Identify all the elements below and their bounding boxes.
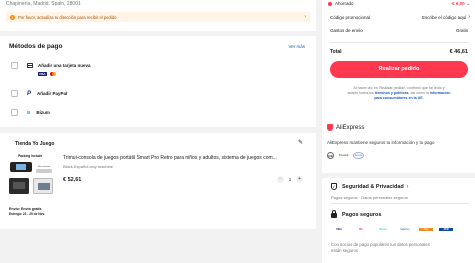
legal-text-a: acepto todos los (347, 91, 375, 95)
shipping-cost-value: Gratis (455, 28, 468, 33)
legal-text-b: , así como la (408, 91, 430, 95)
payment-option-bizum[interactable]: ʙ Bizum (11, 109, 50, 116)
payment-option-card[interactable]: Añadir una tarjeta nueva (11, 62, 91, 69)
product-variant[interactable]: Black.Español.only machine (63, 164, 113, 169)
payment-option-checkbox[interactable] (11, 109, 18, 116)
security-title: Seguridad & Privacidad (342, 183, 404, 190)
security-header[interactable]: ✓ Seguridad & Privacidad › (331, 183, 408, 190)
chevron-right-icon: › (304, 14, 306, 20)
payment-method-logos: VISA MC Bizum SafeKey Pay JCB (331, 228, 453, 231)
delivery-estimate: Entrega: 22 - 29 de Nov. (9, 212, 45, 216)
payment-option-checkbox[interactable] (11, 90, 18, 97)
jcb-logo: JCB (439, 228, 453, 231)
thumbnail-sub: Main machine (38, 166, 51, 168)
security-privacy-card: ✓ Seguridad & Privacidad › Pagos seguros… (322, 178, 475, 263)
saved-label: Ahorrado (335, 1, 354, 6)
secure-payments-desc-2: están seguros (331, 247, 358, 253)
shipping-cost-row: Gastos de envío Gratis (330, 28, 468, 33)
trusted-badge: Trusted (339, 154, 349, 157)
legal-line-3: para consumidores en la UE. (330, 96, 468, 101)
payment-methods-card: Métodos de pago Ver más Añadir una tarje… (0, 36, 316, 127)
info-link[interactable]: información (430, 91, 451, 95)
thumbnail-box-black (9, 178, 29, 194)
shipping-cost-label: Gastos de envío (330, 28, 363, 33)
secure-badge: Secure (353, 152, 364, 159)
legal-text: Al hacer clic en 'Realizar pedido', conf… (330, 86, 468, 101)
secure-payments-title: Pagos seguros (342, 212, 382, 218)
visa-logo: VISA (38, 72, 47, 76)
product-thumbnail[interactable]: Packing Include Main machine (4, 153, 58, 196)
pay-logo: Pay (419, 228, 433, 231)
ce-badge: CE (327, 152, 334, 159)
total-row: Total € 46,61 (330, 49, 468, 55)
credit-card-icon (27, 63, 33, 68)
address-notice[interactable]: ! Por favor, actualiza tu dirección para… (6, 12, 310, 22)
secure-payments-desc: Con socios de pago populares tus datos p… (331, 242, 430, 253)
promo-label: Código promocional (330, 14, 371, 20)
safekey-logo: SafeKey (400, 228, 410, 231)
place-order-button[interactable]: Realizar pedido (330, 61, 468, 78)
product-title[interactable]: Trimui-consola de juegos portátil Smart … (63, 155, 311, 161)
address-notice-text: Por favor, actualiza tu dirección para r… (18, 14, 117, 20)
aliexpress-desc: AliExpress mantiene seguros tu informaci… (327, 140, 435, 145)
see-more-link[interactable]: Ver más (288, 44, 305, 49)
shield-check-icon: ✓ (331, 183, 337, 190)
thumbnail-console (10, 162, 32, 172)
security-divider (331, 203, 469, 204)
store-card: Tienda Yo Juego ✎ Packing Include Main m… (0, 133, 316, 229)
increase-quantity-button[interactable]: + (296, 176, 303, 183)
trust-badges: CE Trusted Secure (327, 152, 364, 159)
payment-option-label: Añadir una tarjeta nueva (38, 63, 91, 68)
warning-icon: ! (10, 14, 15, 20)
payment-option-checkbox[interactable] (11, 62, 18, 69)
aliexpress-shield-icon (327, 124, 333, 131)
aliexpress-title: AliExpress (336, 124, 365, 131)
pencil-icon[interactable]: ✎ (298, 139, 303, 146)
lock-icon (331, 209, 337, 218)
saved-bullet (328, 1, 332, 6)
chevron-down-icon[interactable]: ⌄ (467, 1, 470, 6)
thumbnail-accessory (36, 169, 52, 173)
aliexpress-trust-card: AliExpress AliExpress mantiene seguros t… (322, 117, 475, 173)
payment-option-paypal[interactable]: P Añadir PayPal (11, 90, 67, 97)
consumer-info-link[interactable]: para consumidores en la UE (374, 96, 422, 100)
quantity-value[interactable]: 1 (284, 177, 296, 182)
aliexpress-header: AliExpress (327, 124, 364, 131)
saved-row: Ahorrado -€ 6,00 ⌄ (328, 1, 470, 6)
address-line: Chapinería, Madrid, Spain, 28001 (6, 1, 81, 7)
mastercard-logo: MC (358, 228, 364, 231)
security-subtitle: Pagos seguros · Datos personales seguros (331, 195, 408, 200)
quantity-stepper[interactable]: − 1 + (277, 176, 303, 183)
payment-methods-title: Métodos de pago (9, 43, 63, 50)
total-value: € 46,61 (449, 49, 468, 55)
terms-link[interactable]: términos y políticas (375, 91, 409, 95)
thumbnail-label: Packing Include (18, 154, 43, 158)
chevron-right-icon: › (406, 183, 409, 190)
product-price: € 52,61 (63, 177, 82, 183)
chevron-right-icon: › (468, 14, 470, 20)
payment-option-label: Bizum (36, 110, 50, 115)
promo-input[interactable]: Escribe el código aquí (422, 15, 466, 20)
bizum-logo: Bizum (379, 228, 387, 231)
card-brand-logos: VISA (38, 72, 57, 76)
thumbnail-box-white (33, 178, 53, 194)
bizum-icon: ʙ (27, 109, 31, 116)
secure-payments-header: Pagos seguros (331, 209, 382, 218)
total-label: Total (330, 49, 342, 55)
legal-text-c: . (422, 96, 424, 100)
summary-divider (330, 42, 468, 43)
paypal-icon: P (27, 90, 32, 97)
store-name[interactable]: Tienda Yo Juego (15, 141, 54, 147)
mastercard-logo (49, 72, 57, 76)
shipping-label: Envío: Envío gratis (9, 207, 42, 211)
promo-row[interactable]: Código promocional Escribe el código aqu… (330, 14, 470, 20)
address-card: Chapinería, Madrid, Spain, 28001 ! Por f… (0, 0, 316, 31)
decrease-quantity-button[interactable]: − (277, 176, 284, 183)
saved-value: -€ 6,00 (450, 1, 465, 6)
secure-payments-desc-1: Con socios de pago populares tus datos p… (331, 242, 430, 247)
payment-option-label: Añadir PayPal (37, 91, 68, 96)
visa-logo: VISA (335, 228, 343, 231)
